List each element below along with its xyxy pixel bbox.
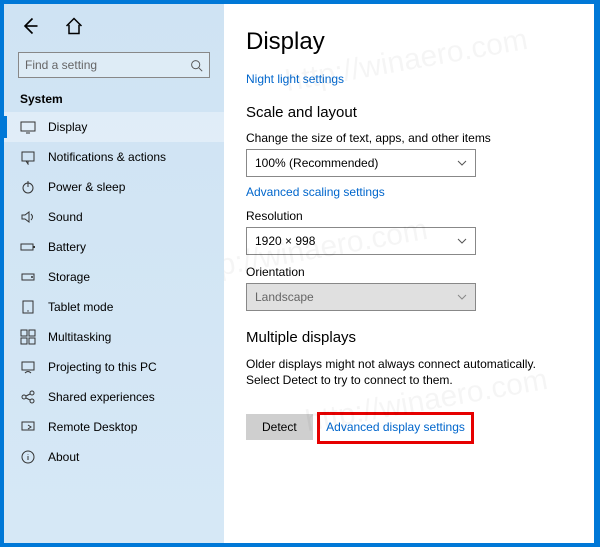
sidebar-item-storage[interactable]: Storage [4, 262, 224, 292]
storage-icon [20, 269, 36, 285]
advanced-display-settings-link[interactable]: Advanced display settings [326, 420, 465, 434]
sidebar-item-label: Battery [48, 240, 86, 254]
highlighted-region: Advanced display settings [317, 412, 474, 444]
sidebar-item-label: Power & sleep [48, 180, 125, 194]
display-icon [20, 119, 36, 135]
scale-label: Change the size of text, apps, and other… [246, 131, 572, 145]
sound-icon [20, 209, 36, 225]
search-input[interactable]: Find a setting [18, 52, 210, 78]
sidebar-item-shared[interactable]: Shared experiences [4, 382, 224, 412]
chevron-down-icon [457, 292, 467, 302]
sidebar-item-label: Display [48, 120, 87, 134]
shared-icon [20, 389, 36, 405]
sidebar-item-sound[interactable]: Sound [4, 202, 224, 232]
sidebar-item-label: Multitasking [48, 330, 111, 344]
sidebar: Find a setting System Display Notificati… [4, 4, 224, 543]
chevron-down-icon [457, 158, 467, 168]
projecting-icon [20, 359, 36, 375]
back-button[interactable] [20, 16, 40, 36]
notifications-icon [20, 149, 36, 165]
detect-button[interactable]: Detect [246, 414, 313, 440]
sidebar-section-label: System [4, 86, 224, 112]
sidebar-item-label: Shared experiences [48, 390, 155, 404]
resolution-dropdown[interactable]: 1920 × 998 [246, 227, 476, 255]
sidebar-item-projecting[interactable]: Projecting to this PC [4, 352, 224, 382]
sidebar-item-multitasking[interactable]: Multitasking [4, 322, 224, 352]
orientation-label: Orientation [246, 265, 572, 279]
multiple-displays-desc: Older displays might not always connect … [246, 356, 556, 388]
sidebar-item-label: Storage [48, 270, 90, 284]
main-content: http://winaero.com http://winaero.com ht… [224, 4, 594, 543]
chevron-down-icon [457, 236, 467, 246]
about-icon [20, 449, 36, 465]
multitasking-icon [20, 329, 36, 345]
page-title: Display [246, 28, 572, 56]
advanced-scaling-link[interactable]: Advanced scaling settings [246, 185, 572, 199]
search-icon [190, 59, 203, 72]
sidebar-item-tablet[interactable]: Tablet mode [4, 292, 224, 322]
sidebar-item-label: Remote Desktop [48, 420, 137, 434]
sidebar-item-label: Notifications & actions [48, 150, 166, 164]
search-placeholder: Find a setting [25, 58, 97, 72]
battery-icon [20, 239, 36, 255]
orientation-value: Landscape [255, 290, 314, 304]
resolution-label: Resolution [246, 209, 572, 223]
scale-heading: Scale and layout [246, 104, 572, 121]
multiple-displays-heading: Multiple displays [246, 329, 572, 346]
home-button[interactable] [64, 16, 84, 36]
sidebar-item-display[interactable]: Display [4, 112, 224, 142]
orientation-dropdown[interactable]: Landscape [246, 283, 476, 311]
scale-dropdown[interactable]: 100% (Recommended) [246, 149, 476, 177]
tablet-icon [20, 299, 36, 315]
sidebar-item-about[interactable]: About [4, 442, 224, 472]
remote-icon [20, 419, 36, 435]
sidebar-item-label: Sound [48, 210, 83, 224]
sidebar-item-power[interactable]: Power & sleep [4, 172, 224, 202]
sidebar-item-label: About [48, 450, 79, 464]
sidebar-item-label: Projecting to this PC [48, 360, 157, 374]
sidebar-item-battery[interactable]: Battery [4, 232, 224, 262]
scale-value: 100% (Recommended) [255, 156, 378, 170]
sidebar-item-label: Tablet mode [48, 300, 113, 314]
sidebar-item-remote[interactable]: Remote Desktop [4, 412, 224, 442]
sidebar-item-notifications[interactable]: Notifications & actions [4, 142, 224, 172]
night-light-link[interactable]: Night light settings [246, 72, 572, 86]
power-icon [20, 179, 36, 195]
resolution-value: 1920 × 998 [255, 234, 315, 248]
